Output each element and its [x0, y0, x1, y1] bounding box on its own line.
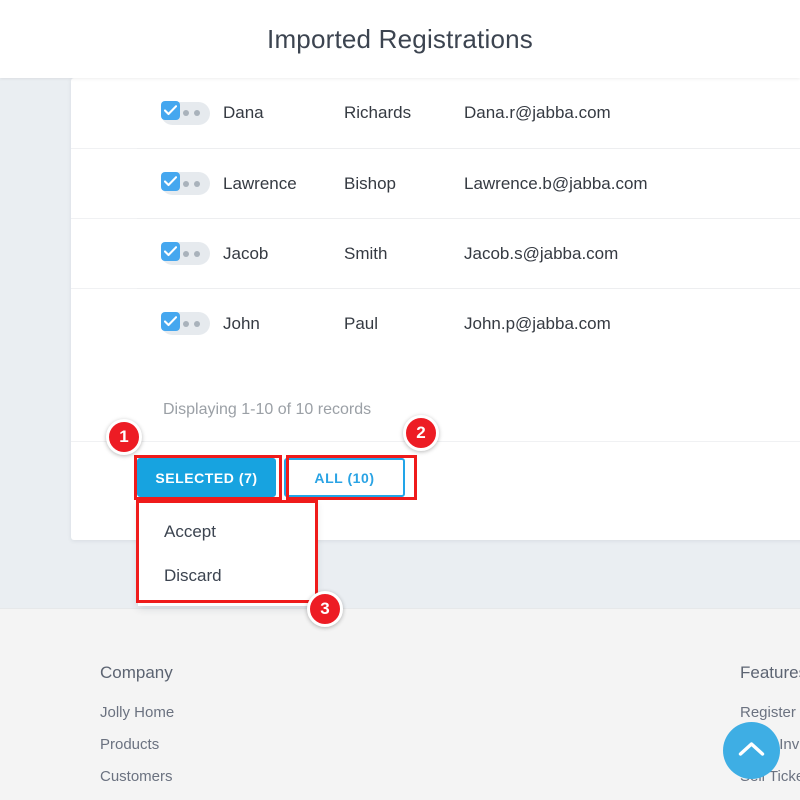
cell-email: John.p@jabba.com	[464, 314, 800, 334]
row-checkbox[interactable]	[161, 172, 180, 191]
row-checkbox[interactable]	[161, 312, 180, 331]
cell-first-name: John	[223, 314, 344, 334]
annotation-badge-1: 1	[106, 419, 142, 455]
footer-link-customers[interactable]: Customers	[100, 768, 205, 785]
selected-button[interactable]: SELECTED (7)	[137, 458, 276, 497]
registrations-table: Dana Richards Dana.r@jabba.com Lawrence …	[71, 78, 800, 358]
page-header: Imported Registrations	[0, 0, 800, 78]
cell-last-name: Bishop	[344, 174, 404, 194]
dropdown-item-discard[interactable]: Discard	[138, 554, 316, 598]
site-footer: Company Jolly Home Products Customers Pr…	[0, 608, 800, 800]
table-row[interactable]: Jacob Smith Jacob.s@jabba.com	[71, 218, 800, 288]
cell-first-name: Jacob	[223, 244, 344, 264]
table-row[interactable]: John Paul John.p@jabba.com	[71, 288, 800, 358]
app-viewport: Imported Registrations Company Jolly Hom…	[0, 0, 800, 800]
records-summary: Displaying 1-10 of 10 records	[163, 401, 371, 419]
footer-heading-features: Features	[740, 663, 800, 683]
cell-last-name: Paul	[344, 314, 404, 334]
cell-first-name: Lawrence	[223, 174, 344, 194]
footer-column-company: Company Jolly Home Products Customers Pr…	[100, 663, 205, 800]
cell-email: Dana.r@jabba.com	[464, 103, 800, 123]
cell-email: Jacob.s@jabba.com	[464, 244, 800, 264]
footer-heading-company: Company	[100, 663, 205, 683]
row-checkbox-cell	[71, 312, 161, 336]
page-title: Imported Registrations	[0, 0, 800, 78]
footer-link-jolly-home[interactable]: Jolly Home	[100, 704, 205, 721]
row-checkbox-cell	[71, 101, 161, 125]
annotation-badge-2: 2	[403, 415, 439, 451]
scroll-to-top-button[interactable]	[723, 722, 780, 779]
cell-email: Lawrence.b@jabba.com	[464, 174, 800, 194]
all-button[interactable]: ALL (10)	[284, 458, 405, 497]
row-checkbox[interactable]	[161, 101, 180, 120]
table-row[interactable]: Lawrence Bishop Lawrence.b@jabba.com	[71, 148, 800, 218]
cell-last-name: Smith	[344, 244, 404, 264]
dropdown-item-accept[interactable]: Accept	[138, 510, 316, 554]
bulk-action-buttons: SELECTED (7) ALL (10)	[137, 458, 405, 497]
row-checkbox-cell	[71, 242, 161, 266]
row-checkbox-cell	[71, 172, 161, 196]
cell-first-name: Dana	[223, 103, 344, 123]
row-checkbox[interactable]	[161, 242, 180, 261]
bulk-action-dropdown: Accept Discard	[138, 502, 316, 606]
annotation-badge-3: 3	[307, 591, 343, 627]
footer-link-products[interactable]: Products	[100, 736, 205, 753]
registrations-card: Dana Richards Dana.r@jabba.com Lawrence …	[71, 78, 800, 540]
table-row[interactable]: Dana Richards Dana.r@jabba.com	[71, 78, 800, 148]
footer-link-register[interactable]: Register	[740, 704, 800, 721]
cell-last-name: Richards	[344, 103, 404, 123]
